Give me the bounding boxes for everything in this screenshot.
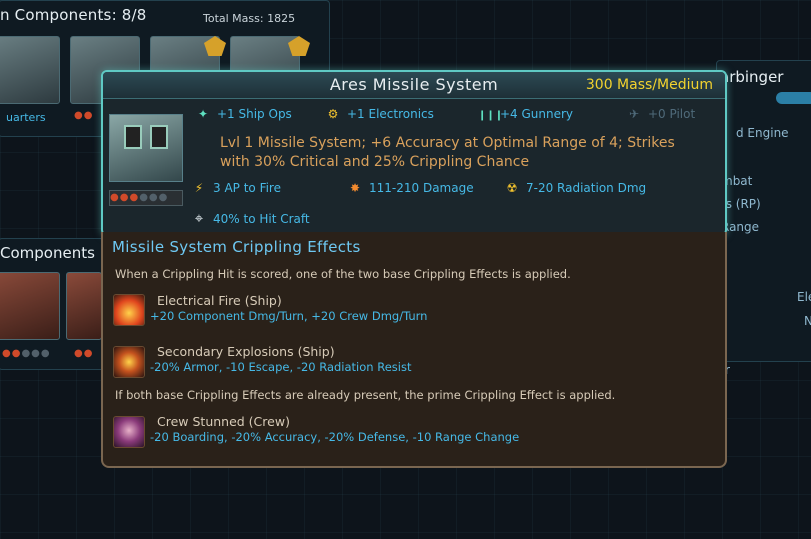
stat-ship-ops: ✦ +1 Ship Ops <box>195 107 292 121</box>
prime-crippling-note: If both base Crippling Effects are alrea… <box>115 388 616 402</box>
tooltip-header-panel: Ares Missile System 300 Mass/Medium ●●●●… <box>101 70 727 236</box>
total-mass-label: Total Mass: 1825 <box>203 12 296 25</box>
electronics-icon: ⚙ <box>327 107 339 121</box>
component-slot-1[interactable] <box>0 36 60 104</box>
effect-desc-crew-stunned: -20 Boarding, -20% Accuracy, -20% Defens… <box>150 430 520 444</box>
components-title-2: Components <box>0 244 95 262</box>
component-rank-dots: ●●●●● <box>2 348 51 359</box>
effect-desc-electrical-fire: +20 Component Dmg/Turn, +20 Crew Dmg/Tur… <box>150 309 428 323</box>
crippling-effects-panel: Missile System Crippling Effects When a … <box>101 232 727 468</box>
crippling-intro: When a Crippling Hit is scored, one of t… <box>115 267 571 281</box>
component-rank-dots: ●● <box>74 110 94 121</box>
stat-electronics: ⚙ +1 Electronics <box>325 107 434 121</box>
crosshair-icon: ⌖ <box>194 209 204 227</box>
missile-system-image <box>109 114 183 182</box>
component-rank-dots: ●●●●●● <box>109 190 183 206</box>
effect-name-crew-stunned: Crew Stunned (Crew) <box>157 414 290 429</box>
component-description: Lvl 1 Missile System; +6 Accuracy at Opt… <box>220 135 675 170</box>
stat-hit-chance: ⌖ 40% to Hit Craft <box>191 209 310 227</box>
radiation-icon: ☢ <box>506 181 518 195</box>
gunnery-icon: ❙❙❙ <box>478 110 504 121</box>
stat-radiation: ☢ 7-20 Radiation Dmg <box>504 181 647 195</box>
ship-status-bar <box>776 92 811 104</box>
effect-name-secondary-explosions: Secondary Explosions (Ship) <box>157 344 335 359</box>
components-title: n Components: 8/8 <box>0 6 147 24</box>
right-label-ele: Ele <box>797 290 811 304</box>
right-label-engine: d Engine <box>736 126 789 140</box>
stat-ap-to-fire: ⚡ 3 AP to Fire <box>191 181 281 195</box>
stunned-crew-icon <box>113 416 145 448</box>
stat-damage: ✸ 111-210 Damage <box>347 181 474 195</box>
crippling-title: Missile System Crippling Effects <box>112 238 361 256</box>
explosion-icon <box>113 346 145 378</box>
stat-pilot: ✈ +0 Pilot <box>626 107 695 121</box>
missile-pod-icon <box>150 125 168 149</box>
fire-icon <box>113 294 145 326</box>
damage-icon: ✸ <box>349 181 361 195</box>
effect-desc-secondary-explosions: -20% Armor, -10 Escape, -20 Radiation Re… <box>150 360 412 374</box>
component-slot-6[interactable] <box>66 272 102 340</box>
ship-name: arbinger <box>720 68 784 86</box>
missile-pod-icon <box>124 125 142 149</box>
right-label-n: N <box>804 314 811 328</box>
quarters-label: uarters <box>6 111 46 124</box>
tooltip-titlebar: Ares Missile System 300 Mass/Medium <box>103 72 725 99</box>
ship-ops-icon: ✦ <box>197 107 209 121</box>
ship-panel <box>716 60 811 362</box>
effect-name-electrical-fire: Electrical Fire (Ship) <box>157 293 282 308</box>
action-points-icon: ⚡ <box>194 181 204 195</box>
component-rank-dots: ●● <box>74 348 94 359</box>
pilot-icon: ✈ <box>628 107 640 121</box>
stat-gunnery: ❙❙❙+4 Gunnery <box>478 107 574 121</box>
component-slot-5[interactable] <box>0 272 60 340</box>
component-mass: 300 Mass/Medium <box>585 77 713 93</box>
